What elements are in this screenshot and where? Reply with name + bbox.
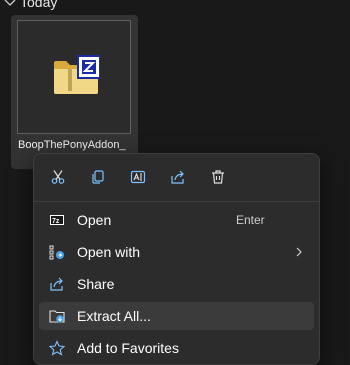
file-item-selected[interactable]: BoopThePonyAddon_ <box>11 15 138 169</box>
menu-item-label: Open with <box>77 244 141 260</box>
quick-actions-bar <box>34 154 319 200</box>
zip-folder-icon <box>54 55 100 94</box>
share-icon <box>171 170 184 184</box>
star-icon <box>49 340 65 356</box>
menu-item-open-with[interactable]: Open with <box>39 238 314 266</box>
menu-item-label: Share <box>77 276 115 292</box>
trash-icon <box>212 170 224 184</box>
group-label: Today <box>20 0 58 10</box>
group-header-today[interactable]: Today <box>0 0 57 13</box>
menu-item-label: Extract All... <box>77 308 151 324</box>
context-menu: 7z Open Enter Open with Share Extract Al… <box>33 153 320 365</box>
cut-button[interactable] <box>43 162 73 192</box>
menu-item-add-to-favorites[interactable]: Add to Favorites <box>39 334 314 362</box>
chevron-right-icon <box>296 247 302 257</box>
menu-item-label: Open <box>77 212 112 228</box>
menu-item-extract-all[interactable]: Extract All... <box>39 302 314 330</box>
chevron-down-icon <box>4 0 16 6</box>
share-button[interactable] <box>163 162 193 192</box>
menu-divider <box>34 201 319 202</box>
menu-item-label: Add to Favorites <box>77 340 179 356</box>
extract-icon <box>49 308 65 324</box>
7zip-icon: 7z <box>49 212 65 228</box>
menu-item-open[interactable]: 7z Open Enter <box>39 206 314 234</box>
scissors-icon <box>51 170 65 184</box>
share-icon <box>49 276 65 292</box>
rename-icon <box>130 170 146 184</box>
menu-item-share[interactable]: Share <box>39 270 314 298</box>
copy-icon <box>92 170 104 184</box>
open-with-icon <box>49 244 65 260</box>
svg-text:7z: 7z <box>52 218 60 225</box>
shortcut-label: Enter <box>236 213 265 227</box>
rename-button[interactable] <box>123 162 153 192</box>
copy-button[interactable] <box>83 162 113 192</box>
file-thumbnail <box>17 20 131 134</box>
delete-button[interactable] <box>203 162 233 192</box>
file-name: BoopThePonyAddon_ <box>18 139 126 151</box>
